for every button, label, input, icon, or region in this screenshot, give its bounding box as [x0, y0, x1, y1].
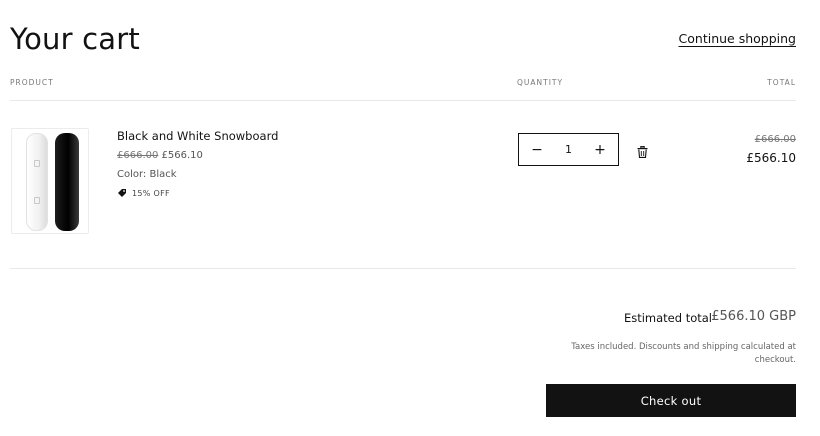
continue-shopping-link[interactable]: Continue shopping: [679, 31, 796, 46]
tag-icon: [117, 188, 127, 198]
binding-mark: [34, 160, 40, 167]
cart-page: Your cart Continue shopping PRODUCT QUAN…: [0, 0, 820, 436]
tax-note: Taxes included. Discounts and shipping c…: [571, 342, 796, 365]
column-header-product: PRODUCT: [10, 78, 54, 87]
product-color: Color: Black: [117, 169, 177, 180]
column-header-quantity: QUANTITY: [517, 78, 564, 87]
quantity-input[interactable]: [553, 143, 584, 156]
black-snowboard-image: [55, 133, 79, 231]
divider: [10, 268, 796, 269]
checkout-button[interactable]: Check out: [546, 384, 796, 417]
line-total-price: £566.10: [746, 151, 796, 165]
product-name-link[interactable]: Black and White Snowboard: [117, 129, 278, 143]
plus-icon[interactable]: +: [594, 143, 606, 157]
binding-mark: [34, 197, 40, 204]
estimated-total-label: Estimated total: [623, 311, 712, 325]
line-original-price: £666.00: [754, 134, 796, 145]
sale-price: £566.10: [161, 150, 203, 161]
column-header-total: TOTAL: [767, 78, 796, 87]
quantity-stepper: − +: [518, 133, 619, 166]
original-price: £666.00: [117, 150, 159, 161]
product-image[interactable]: [11, 128, 89, 234]
divider: [10, 100, 796, 101]
discount-label: 15% OFF: [132, 188, 170, 198]
minus-icon[interactable]: −: [531, 143, 543, 157]
discount-badge: 15% OFF: [117, 188, 170, 198]
trash-icon[interactable]: [637, 143, 648, 162]
page-title: Your cart: [10, 22, 140, 56]
white-snowboard-image: [26, 133, 48, 231]
estimated-total-value: £566.10 GBP: [711, 309, 796, 324]
product-prices: £666.00 £566.10: [117, 150, 203, 161]
